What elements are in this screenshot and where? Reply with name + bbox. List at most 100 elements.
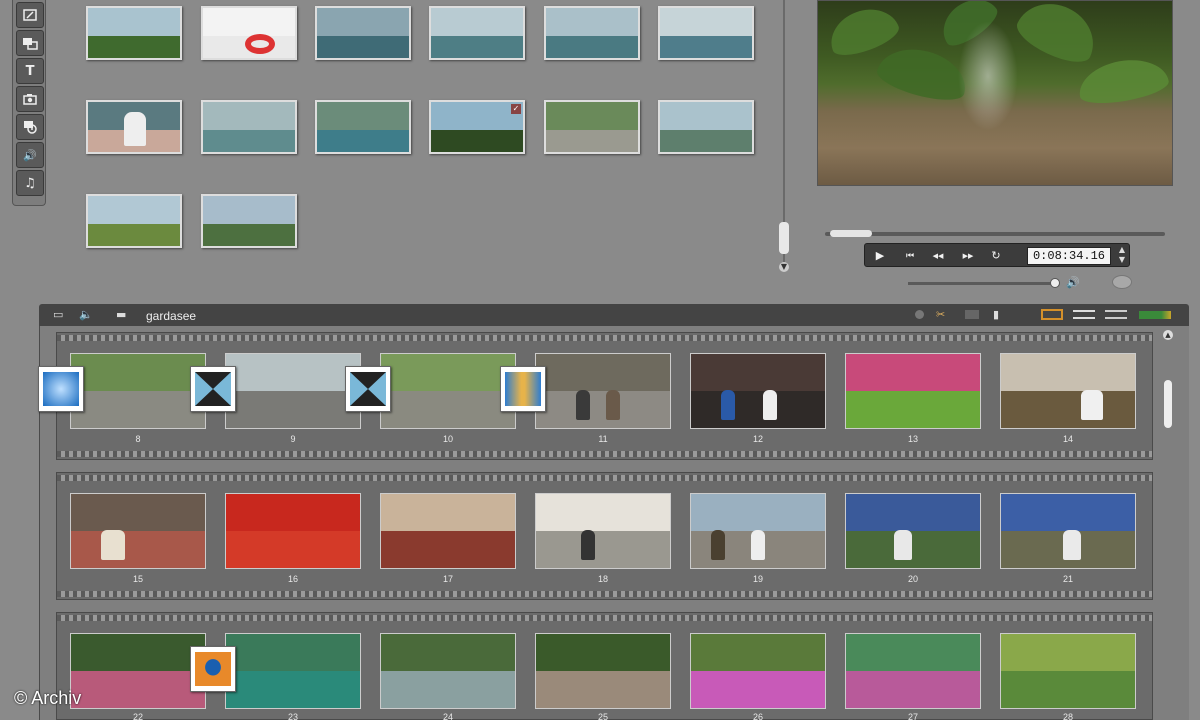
storyboard-clip[interactable]	[380, 633, 516, 709]
skip-back-icon: ⏮	[905, 251, 915, 261]
video-preview	[817, 0, 1173, 186]
album-thumbnail[interactable]	[201, 6, 297, 60]
album-thumbnail[interactable]	[86, 194, 182, 248]
storyboard-clip[interactable]	[70, 353, 206, 429]
clip-number: 24	[442, 712, 453, 720]
chevron-up-icon[interactable]: ▲	[1115, 245, 1129, 255]
disc-menus-tool-button[interactable]	[16, 114, 44, 140]
play-button[interactable]: ▶	[869, 247, 891, 265]
storyboard-scroll-thumb[interactable]	[1164, 380, 1172, 428]
transport-controls: ▶ ⏮ ◀◀ ▶▶ ↻ 0:08:34.16 ▲ ▼	[864, 243, 1130, 267]
trash-icon[interactable]: ▮	[993, 308, 999, 321]
clip-number: 15	[132, 574, 143, 584]
storyboard-clip[interactable]	[70, 493, 206, 569]
speaker-icon[interactable]: 🔈	[79, 308, 93, 321]
storyboard-clip[interactable]	[535, 353, 671, 429]
album-thumbnail[interactable]	[201, 100, 297, 154]
timecode-spinner[interactable]: ▲ ▼	[1115, 245, 1129, 267]
clip-number: 28	[1062, 712, 1073, 720]
timecode-field[interactable]: 0:08:34.16	[1027, 247, 1111, 265]
music-tool-button[interactable]: ♫	[16, 170, 44, 196]
storyboard-clip[interactable]	[535, 493, 671, 569]
volume-icon: 🔊	[1066, 276, 1080, 289]
loop-icon: ↻	[991, 249, 1001, 262]
photos-tool-button[interactable]	[16, 86, 44, 112]
clip-number: 25	[597, 712, 608, 720]
text-view-icon[interactable]	[1105, 310, 1127, 319]
split-icon[interactable]	[965, 310, 979, 319]
title-text-icon: T	[25, 63, 35, 79]
storyboard-clip[interactable]	[690, 633, 826, 709]
transition-tile[interactable]	[38, 366, 84, 412]
album-thumbnail[interactable]	[86, 6, 182, 60]
transition-tile[interactable]	[345, 366, 391, 412]
storyboard-clip[interactable]	[380, 353, 516, 429]
camera-icon	[23, 94, 37, 105]
scissors-icon[interactable]: ✂	[936, 308, 945, 321]
playback-scrubber[interactable]	[825, 230, 1165, 237]
storyboard-clip[interactable]	[690, 493, 826, 569]
storyboard-clip[interactable]	[1000, 493, 1136, 569]
chevron-down-icon[interactable]: ▼	[1115, 255, 1129, 265]
video-clips-tool-button[interactable]	[16, 2, 44, 28]
storyboard-clip[interactable]	[380, 493, 516, 569]
scroll-down-icon[interactable]: ▼	[779, 262, 789, 272]
storyboard-clip[interactable]	[70, 633, 206, 709]
speaker-icon: 🔊	[23, 148, 37, 162]
volume-handle[interactable]	[1050, 278, 1060, 288]
scroll-up-icon[interactable]: ▲	[1163, 330, 1173, 340]
clip-number: 9	[290, 434, 296, 444]
transitions-tool-button[interactable]	[16, 30, 44, 56]
level-meter-icon	[1139, 311, 1171, 319]
clip-number: 27	[907, 712, 918, 720]
album-scrollbar[interactable]: ▼	[779, 0, 789, 272]
album-thumbnail[interactable]	[86, 100, 182, 154]
disc-icon[interactable]	[1112, 275, 1132, 289]
camera-icon[interactable]: ▭	[53, 308, 63, 321]
copyright-watermark: © Archiv	[14, 688, 82, 708]
step-forward-button[interactable]: ▶▶	[957, 247, 979, 265]
storyboard-clip[interactable]	[1000, 353, 1136, 429]
clip-number: 20	[907, 574, 918, 584]
storyboard-clip[interactable]	[690, 353, 826, 429]
play-icon: ▶	[875, 249, 885, 262]
storyboard-view-icon[interactable]	[1041, 309, 1063, 320]
album-scroll-thumb[interactable]	[779, 222, 789, 254]
album-thumbnail[interactable]	[658, 6, 754, 60]
sound-effects-tool-button[interactable]: 🔊	[16, 142, 44, 168]
record-icon[interactable]	[915, 310, 924, 319]
timeline-view-icon[interactable]	[1073, 310, 1095, 319]
go-to-start-button[interactable]: ⏮	[899, 247, 921, 265]
album-thumbnail[interactable]	[544, 100, 640, 154]
album-thumbnail[interactable]	[315, 100, 411, 154]
transition-tile[interactable]	[190, 366, 236, 412]
music-note-icon: ♫	[24, 175, 36, 191]
storyboard-scrollbar[interactable]: ▲	[1162, 330, 1174, 710]
album-thumbnail[interactable]	[544, 6, 640, 60]
transition-tile[interactable]	[190, 646, 236, 692]
storyboard-clip[interactable]	[225, 493, 361, 569]
disc-menu-icon	[24, 121, 37, 134]
storyboard-clip[interactable]	[845, 353, 981, 429]
storyboard-clip[interactable]	[225, 633, 361, 709]
album-thumbnail[interactable]	[429, 6, 525, 60]
storyboard-clip[interactable]	[225, 353, 361, 429]
clip-number: 23	[287, 712, 298, 720]
volume-slider[interactable]	[908, 278, 1060, 288]
album-thumbnail[interactable]	[658, 100, 754, 154]
album-thumbnail[interactable]	[201, 194, 297, 248]
titles-tool-button[interactable]: T	[16, 58, 44, 84]
storyboard-clip[interactable]	[1000, 633, 1136, 709]
album-thumbnail[interactable]	[315, 6, 411, 60]
project-name: gardasee	[146, 309, 197, 323]
loop-button[interactable]: ↻	[985, 247, 1007, 265]
storyboard-clip[interactable]	[845, 493, 981, 569]
album-thumbnail[interactable]: ✓	[429, 100, 525, 154]
storyboard-clip[interactable]	[845, 633, 981, 709]
step-back-button[interactable]: ◀◀	[927, 247, 949, 265]
film-edit-icon	[23, 9, 37, 21]
transition-tile[interactable]	[500, 366, 546, 412]
storyboard-clip[interactable]	[535, 633, 671, 709]
scrubber-handle[interactable]	[830, 230, 872, 237]
folder-icon[interactable]: ▬	[116, 308, 126, 321]
